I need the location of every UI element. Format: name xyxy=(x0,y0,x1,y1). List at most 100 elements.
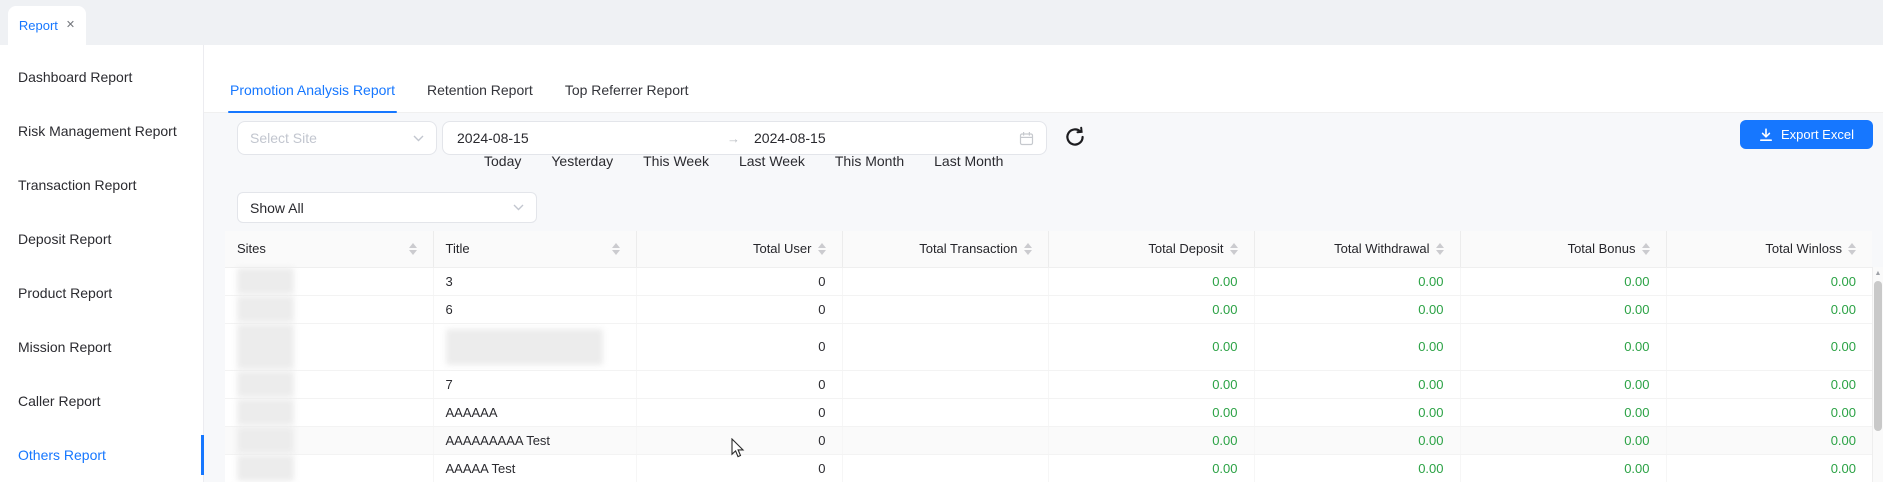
redacted-site-value xyxy=(237,455,294,481)
quick-link-this-week[interactable]: This Week xyxy=(643,153,709,173)
sidebar-item-risk-management-report[interactable]: Risk Management Report xyxy=(0,104,203,158)
quick-link-last-week[interactable]: Last Week xyxy=(739,153,805,173)
table-row[interactable]: AAAAAAAAA Test00.000.000.000.00 xyxy=(225,426,1872,454)
tab-top-referrer-report[interactable]: Top Referrer Report xyxy=(563,82,691,112)
cell-site xyxy=(225,454,433,482)
column-header-title[interactable]: Title xyxy=(433,231,636,267)
cell-total-winloss: 0.00 xyxy=(1666,454,1872,482)
column-header-total-bonus[interactable]: Total Bonus xyxy=(1460,231,1666,267)
date-start-input[interactable]: 2024-08-15 xyxy=(457,130,529,146)
cell-site xyxy=(225,426,433,454)
cell-total-winloss: 0.00 xyxy=(1666,370,1872,398)
sort-icon[interactable] xyxy=(1436,243,1444,255)
scroll-up-icon[interactable]: ▲ xyxy=(1873,267,1883,279)
column-header-total-user[interactable]: Total User xyxy=(636,231,842,267)
redacted-site-value xyxy=(237,324,294,369)
date-range-picker[interactable]: 2024-08-15 → 2024-08-15 xyxy=(442,121,1047,155)
cell-total-deposit: 0.00 xyxy=(1048,454,1254,482)
cell-total-bonus: 0.00 xyxy=(1460,267,1666,295)
cell-total-transaction xyxy=(842,454,1048,482)
cell-title: 7 xyxy=(433,370,636,398)
scrollbar-thumb[interactable] xyxy=(1874,281,1882,431)
cell-total-transaction xyxy=(842,370,1048,398)
cell-total-transaction xyxy=(842,267,1048,295)
cell-total-user: 0 xyxy=(636,398,842,426)
cell-total-transaction xyxy=(842,323,1048,370)
date-end-input[interactable]: 2024-08-15 xyxy=(754,130,826,146)
tab-label: Promotion Analysis Report xyxy=(230,82,395,98)
table-row[interactable]: 00.000.000.000.00 xyxy=(225,323,1872,370)
cell-title xyxy=(433,323,636,370)
filter-panel: Select Site 2024-08-15 → 2024-08-15 xyxy=(204,113,1883,482)
cell-site xyxy=(225,295,433,323)
cell-site xyxy=(225,323,433,370)
sidebar-item-others-report[interactable]: Others Report xyxy=(0,428,203,482)
cell-total-withdrawal: 0.00 xyxy=(1254,295,1460,323)
report-tabs: Promotion Analysis Report Retention Repor… xyxy=(204,45,1883,113)
sort-icon[interactable] xyxy=(1230,243,1238,255)
column-header-total-transaction[interactable]: Total Transaction xyxy=(842,231,1048,267)
quick-link-today[interactable]: Today xyxy=(484,153,521,173)
sidebar-item-deposit-report[interactable]: Deposit Report xyxy=(0,212,203,266)
export-excel-label: Export Excel xyxy=(1781,127,1854,142)
quick-link-yesterday[interactable]: Yesterday xyxy=(551,153,613,173)
report-table: SitesTitle Total User Total Transaction Tot… xyxy=(225,231,1872,482)
sidebar-item-label: Risk Management Report xyxy=(18,123,177,139)
sidebar-item-transaction-report[interactable]: Transaction Report xyxy=(0,158,203,212)
table-scrollbar[interactable]: ▲ xyxy=(1872,267,1883,482)
table-row[interactable]: 300.000.000.000.00 xyxy=(225,267,1872,295)
cell-title: AAAAAAAAA Test xyxy=(433,426,636,454)
sidebar-item-product-report[interactable]: Product Report xyxy=(0,266,203,320)
column-label: Total User xyxy=(753,241,812,256)
cell-title: AAAAAA xyxy=(433,398,636,426)
cell-total-withdrawal: 0.00 xyxy=(1254,398,1460,426)
tab-promotion-analysis-report[interactable]: Promotion Analysis Report xyxy=(228,82,397,112)
cell-total-withdrawal: 0.00 xyxy=(1254,426,1460,454)
browser-tab-report[interactable]: Report ✕ xyxy=(8,6,86,45)
redacted-site-value xyxy=(237,371,294,397)
sidebar-item-mission-report[interactable]: Mission Report xyxy=(0,320,203,374)
cell-total-user: 0 xyxy=(636,426,842,454)
column-header-total-deposit[interactable]: Total Deposit xyxy=(1048,231,1254,267)
cell-total-transaction xyxy=(842,426,1048,454)
chevron-down-icon xyxy=(413,135,424,142)
sort-icon[interactable] xyxy=(1642,243,1650,255)
sort-icon[interactable] xyxy=(818,243,826,255)
column-label: Total Winloss xyxy=(1765,241,1842,256)
column-label: Total Deposit xyxy=(1148,241,1223,256)
sort-icon[interactable] xyxy=(409,243,417,255)
cell-total-bonus: 0.00 xyxy=(1460,454,1666,482)
quick-link-this-month[interactable]: This Month xyxy=(835,153,904,173)
show-filter-select[interactable]: Show All xyxy=(237,192,537,223)
cell-total-winloss: 0.00 xyxy=(1666,295,1872,323)
show-filter-value: Show All xyxy=(250,200,304,216)
table-row[interactable]: 700.000.000.000.00 xyxy=(225,370,1872,398)
tab-retention-report[interactable]: Retention Report xyxy=(425,82,535,112)
close-icon[interactable]: ✕ xyxy=(66,20,75,31)
sidebar-item-caller-report[interactable]: Caller Report xyxy=(0,374,203,428)
sort-icon[interactable] xyxy=(612,243,620,255)
sort-icon[interactable] xyxy=(1024,243,1032,255)
column-header-total-winloss[interactable]: Total Winloss xyxy=(1666,231,1872,267)
table-row[interactable]: AAAAAA00.000.000.000.00 xyxy=(225,398,1872,426)
table-row[interactable]: AAAAA Test00.000.000.000.00 xyxy=(225,454,1872,482)
cell-total-transaction xyxy=(842,398,1048,426)
refresh-button[interactable] xyxy=(1060,122,1090,152)
cell-total-bonus: 0.00 xyxy=(1460,426,1666,454)
column-header-sites[interactable]: Sites xyxy=(225,231,433,267)
cell-total-withdrawal: 0.00 xyxy=(1254,370,1460,398)
table-row[interactable]: 600.000.000.000.00 xyxy=(225,295,1872,323)
export-excel-button[interactable]: Export Excel xyxy=(1740,120,1873,149)
sidebar-item-dashboard-report[interactable]: Dashboard Report xyxy=(0,50,203,104)
cell-total-winloss: 0.00 xyxy=(1666,398,1872,426)
column-header-total-withdrawal[interactable]: Total Withdrawal xyxy=(1254,231,1460,267)
browser-tab-bar: Report ✕ xyxy=(0,0,1883,45)
quick-link-last-month[interactable]: Last Month xyxy=(934,153,1003,173)
report-sidebar: Dashboard Report Risk Management Report Tr… xyxy=(0,45,204,482)
site-select[interactable]: Select Site xyxy=(237,121,437,155)
tab-label: Retention Report xyxy=(427,82,533,98)
sort-icon[interactable] xyxy=(1848,243,1856,255)
redacted-site-value xyxy=(237,296,294,322)
chevron-down-icon xyxy=(513,204,524,211)
cell-total-winloss: 0.00 xyxy=(1666,323,1872,370)
